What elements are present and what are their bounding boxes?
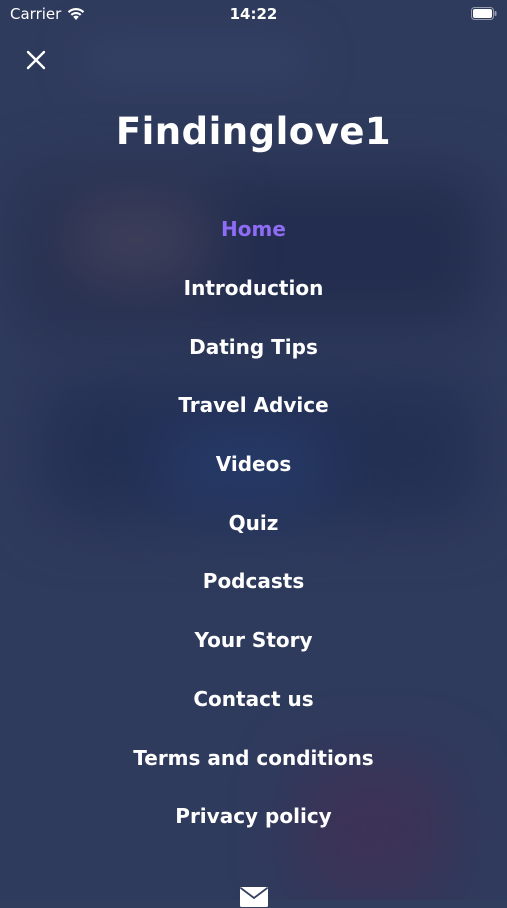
menu-item-your-story[interactable]: Your Story [0, 611, 507, 670]
menu-item-terms-and-conditions[interactable]: Terms and conditions [0, 728, 507, 787]
menu-item-dating-tips[interactable]: Dating Tips [0, 317, 507, 376]
menu-item-travel-advice[interactable]: Travel Advice [0, 376, 507, 435]
close-button[interactable] [22, 46, 50, 74]
mail-icon[interactable] [239, 886, 269, 908]
menu-item-home[interactable]: Home [0, 200, 507, 259]
menu-item-introduction[interactable]: Introduction [0, 259, 507, 318]
status-time: 14:22 [229, 5, 278, 23]
app-title: Findinglove1 [115, 110, 392, 153]
menu-item-privacy-policy[interactable]: Privacy policy [0, 787, 507, 846]
status-bar: Carrier 14:22 [0, 0, 507, 28]
menu-item-podcasts[interactable]: Podcasts [0, 552, 507, 611]
menu-item-contact-us[interactable]: Contact us [0, 670, 507, 729]
close-icon [26, 50, 46, 70]
menu-item-quiz[interactable]: Quiz [0, 493, 507, 552]
navigation-menu: Home Introduction Dating Tips Travel Adv… [0, 200, 507, 846]
menu-item-videos[interactable]: Videos [0, 435, 507, 494]
battery-icon [471, 7, 497, 20]
